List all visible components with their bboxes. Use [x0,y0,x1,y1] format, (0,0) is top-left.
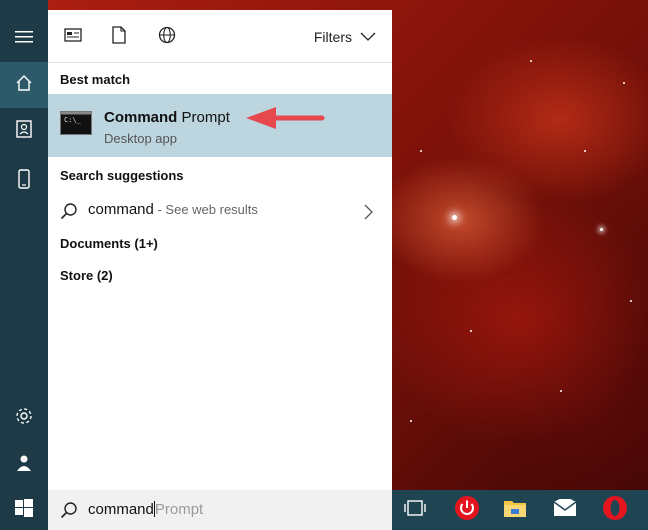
mail-button[interactable] [542,490,588,530]
filter-bar: Filters [48,10,392,63]
suggestion-hint: - See web results [153,202,258,217]
star [560,390,562,392]
settings-button[interactable] [0,395,48,441]
task-view-button[interactable] [392,490,438,530]
chevron-right-icon [364,204,374,225]
menu-button[interactable] [0,16,48,62]
search-completion-text: Prompt [154,501,204,518]
annotation-arrow-icon [246,107,325,129]
task-view-icon [404,499,426,522]
command-prompt-result[interactable]: C:\_ Command Prompt Desktop app [48,94,392,157]
search-suggestions-heading: Search suggestions [60,168,184,183]
mail-icon [553,495,577,522]
start-rail [0,0,48,490]
feedback-button[interactable] [0,442,48,488]
power-app-icon [454,495,480,526]
web-filter-button[interactable] [156,26,178,48]
web-filter-icon [158,26,176,49]
star [630,300,632,302]
file-explorer-button[interactable] [492,490,538,530]
star [452,215,457,220]
web-suggestion-row[interactable]: command - See web results [48,196,392,226]
star [600,228,603,231]
home-button[interactable] [0,62,48,108]
file-explorer-icon [503,498,527,523]
filters-label: Filters [313,29,352,45]
command-prompt-icon: C:\_ [60,111,92,135]
settings-icon [14,406,34,431]
notebook-icon [16,119,32,143]
windows-logo-icon [15,498,33,522]
apps-filter-button[interactable] [62,26,84,48]
result-title-bold: Command [104,109,178,126]
notebook-button[interactable] [0,108,48,154]
result-title-rest: Prompt [177,109,230,126]
search-box[interactable]: commandPrompt [48,490,392,530]
star [420,150,422,152]
opera-button[interactable] [592,490,638,530]
search-icon [60,501,78,524]
home-icon [15,74,33,97]
apps-filter-icon [64,27,82,48]
hamburger-icon [15,30,33,49]
phone-icon [18,168,30,194]
suggestion-query: command [88,201,154,218]
filters-dropdown[interactable]: Filters [314,29,376,45]
search-results-panel: Filters Best match C:\_ Command Prompt D… [48,10,392,490]
documents-filter-icon [112,25,126,49]
star [470,330,472,332]
search-icon [60,202,78,225]
svg-text:C:\_: C:\_ [64,116,82,124]
documents-filter-button[interactable] [108,25,130,49]
search-input[interactable]: commandPrompt [88,501,203,518]
search-typed-text: command [88,501,154,518]
documents-section[interactable]: Documents (1+) [60,236,158,251]
star [530,60,532,62]
star [410,420,412,422]
star [623,82,625,84]
chevron-down-icon [360,29,376,45]
taskbar [392,490,648,530]
store-section[interactable]: Store (2) [60,268,113,283]
start-button[interactable] [0,490,48,530]
opera-icon [602,495,628,526]
result-subtitle: Desktop app [104,131,177,146]
star [584,150,586,152]
phone-button[interactable] [0,158,48,204]
feedback-icon [15,454,33,477]
result-title: Command Prompt [104,109,230,126]
power-app-button[interactable] [444,490,490,530]
best-match-heading: Best match [60,72,131,87]
suggestion-text: command - See web results [88,201,258,218]
